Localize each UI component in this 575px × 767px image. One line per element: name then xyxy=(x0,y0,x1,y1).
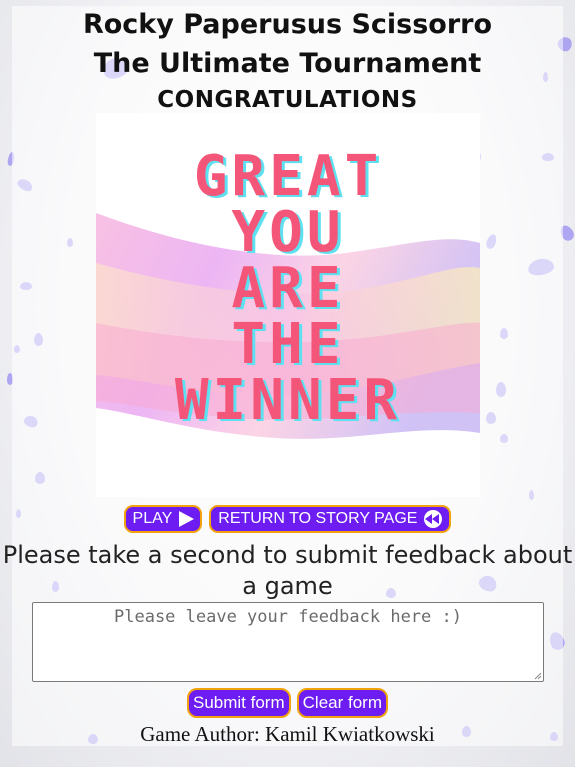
winner-poster-graphic: GREATGREATYOUYOUAREARETHETHEWINNERWINNER xyxy=(96,144,480,439)
play-button-label: PLAY xyxy=(132,510,173,527)
poster-word-winner: WINNER xyxy=(175,368,401,433)
form-buttons: Submit form Clear form xyxy=(0,688,575,718)
game-author: Game Author: Kamil Kwiatkowski xyxy=(140,722,435,746)
play-button[interactable]: PLAY xyxy=(123,505,203,533)
feedback-heading: Please take a second to submit feedback … xyxy=(2,541,573,600)
return-to-story-label: RETURN TO STORY PAGE xyxy=(218,510,418,527)
resize-grip-icon[interactable] xyxy=(534,672,542,680)
return-to-story-button[interactable]: RETURN TO STORY PAGE xyxy=(209,505,452,533)
navigation-buttons: PLAY RETURN TO STORY PAGE xyxy=(0,505,575,533)
feedback-textarea[interactable] xyxy=(32,602,544,682)
winner-poster-image: GREAT GREAT YOU YOU ARE ARE THE THE WINNER WINNER xyxy=(96,113,480,497)
congratulations-heading: CONGRATULATIONS xyxy=(157,87,418,113)
clear-form-button[interactable]: Clear form xyxy=(296,688,388,718)
submit-form-button[interactable]: Submit form xyxy=(187,688,291,718)
rewind-icon xyxy=(424,510,443,528)
game-title: Rocky Paperusus Scissorro xyxy=(82,9,493,40)
game-subtitle: The Ultimate Tournament xyxy=(93,48,482,79)
play-triangle-icon xyxy=(179,511,195,527)
